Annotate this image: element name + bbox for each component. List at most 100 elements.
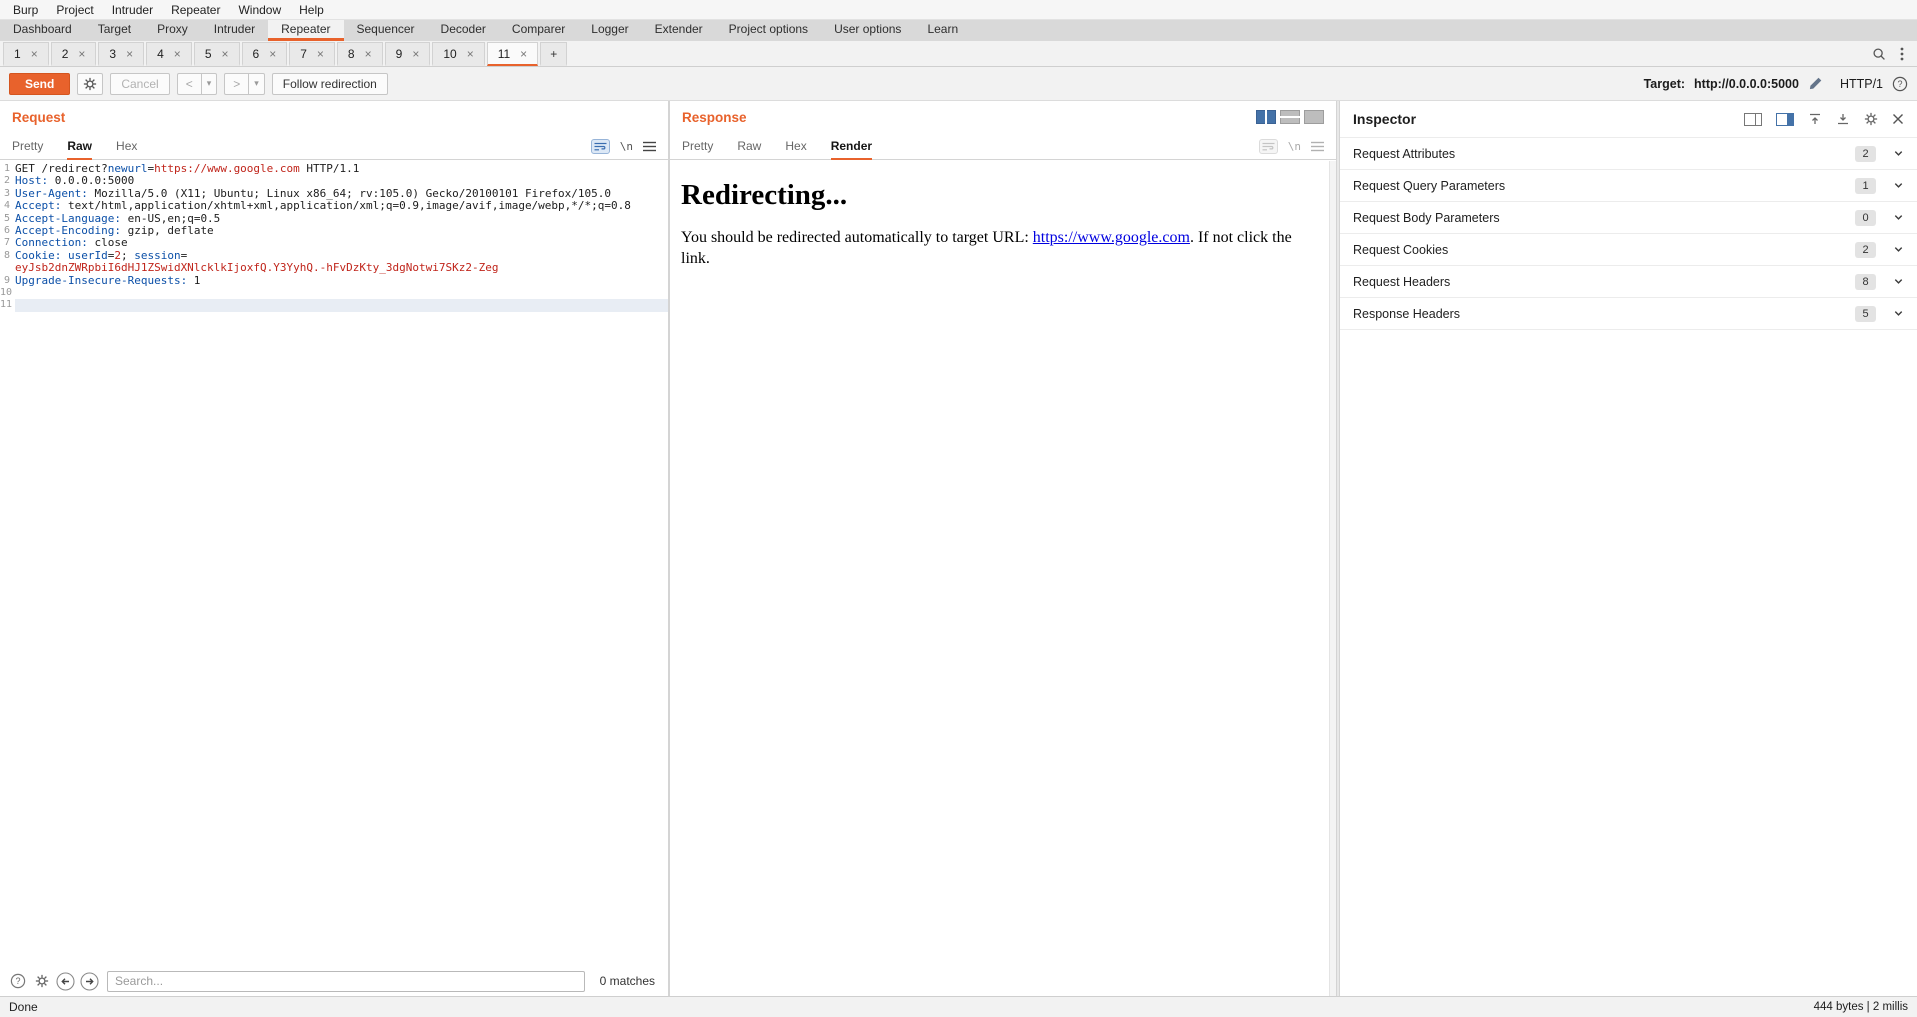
- repeater-tab-3[interactable]: 3×: [98, 42, 144, 66]
- close-tab-icon[interactable]: ×: [467, 47, 474, 61]
- request-line-10: 9Upgrade-Insecure-Requests: 1: [0, 275, 668, 287]
- main-tab-sequencer[interactable]: Sequencer: [344, 20, 428, 41]
- close-tab-icon[interactable]: ×: [269, 47, 276, 61]
- repeater-tab-4[interactable]: 4×: [146, 42, 192, 66]
- inspector-section-request-cookies[interactable]: Request Cookies2: [1340, 234, 1917, 266]
- main-tab-dashboard[interactable]: Dashboard: [0, 20, 85, 41]
- search-settings-gear-icon[interactable]: [32, 972, 51, 991]
- follow-redirection-button[interactable]: Follow redirection: [272, 73, 388, 95]
- request-editor[interactable]: 1GET /redirect?newurl=https://www.google…: [0, 160, 668, 966]
- close-tab-icon[interactable]: ×: [317, 47, 324, 61]
- search-previous-icon[interactable]: [56, 972, 75, 991]
- expand-all-icon[interactable]: [1836, 112, 1850, 126]
- response-tab-render[interactable]: Render: [831, 133, 872, 160]
- response-panel-header: Response: [670, 101, 1336, 133]
- main-tab-decoder[interactable]: Decoder: [428, 20, 499, 41]
- code-segment: Accept:: [15, 200, 61, 212]
- repeater-tab-10[interactable]: 10×: [432, 42, 484, 66]
- request-tab-hex[interactable]: Hex: [116, 133, 137, 160]
- request-line-6: 6Accept-Encoding: gzip, deflate: [0, 225, 668, 237]
- editor-menu-icon[interactable]: [1311, 141, 1324, 152]
- menu-item-repeater[interactable]: Repeater: [162, 1, 229, 19]
- close-tab-icon[interactable]: ×: [31, 47, 38, 61]
- search-icon[interactable]: [1872, 47, 1886, 61]
- dock-right-icon[interactable]: [1776, 113, 1794, 126]
- main-tab-proxy[interactable]: Proxy: [144, 20, 201, 41]
- close-tab-icon[interactable]: ×: [412, 47, 419, 61]
- new-tab-button[interactable]: +: [540, 42, 567, 66]
- menu-item-help[interactable]: Help: [290, 1, 333, 19]
- layout-rows-icon[interactable]: [1280, 110, 1300, 124]
- inspector-section-request-query-parameters[interactable]: Request Query Parameters1: [1340, 170, 1917, 202]
- response-tab-pretty[interactable]: Pretty: [682, 133, 713, 160]
- search-next-icon[interactable]: [80, 972, 99, 991]
- menu-bar: BurpProjectIntruderRepeaterWindowHelp: [0, 0, 1917, 20]
- menu-item-project[interactable]: Project: [47, 1, 102, 19]
- help-icon[interactable]: ?: [1892, 76, 1908, 92]
- request-tab-pretty[interactable]: Pretty: [12, 133, 43, 160]
- main-tab-project-options[interactable]: Project options: [716, 20, 821, 41]
- repeater-tab-2[interactable]: 2×: [51, 42, 97, 66]
- inspector-section-label: Response Headers: [1353, 307, 1855, 321]
- redirect-target-link[interactable]: https://www.google.com: [1033, 229, 1190, 246]
- word-wrap-icon[interactable]: [591, 139, 610, 154]
- next-request-button[interactable]: >: [224, 73, 249, 95]
- repeater-tab-7[interactable]: 7×: [289, 42, 335, 66]
- main-tab-logger[interactable]: Logger: [578, 20, 641, 41]
- show-nonprintable-icon[interactable]: \n: [1288, 140, 1301, 153]
- menu-item-burp[interactable]: Burp: [4, 1, 47, 19]
- repeater-tab-1[interactable]: 1×: [3, 42, 49, 66]
- close-tab-icon[interactable]: ×: [78, 47, 85, 61]
- code-segment: Accept-Encoding:: [15, 225, 121, 237]
- response-tab-hex[interactable]: Hex: [785, 133, 806, 160]
- close-tab-icon[interactable]: ×: [126, 47, 133, 61]
- main-tab-repeater[interactable]: Repeater: [268, 20, 343, 41]
- send-settings-gear-icon[interactable]: [77, 73, 103, 95]
- response-scrollbar[interactable]: [1329, 161, 1336, 996]
- close-tab-icon[interactable]: ×: [520, 47, 527, 61]
- close-tab-icon[interactable]: ×: [174, 47, 181, 61]
- inspector-section-request-headers[interactable]: Request Headers8: [1340, 266, 1917, 298]
- repeater-tab-9[interactable]: 9×: [385, 42, 431, 66]
- response-tab-raw[interactable]: Raw: [737, 133, 761, 160]
- main-tab-target[interactable]: Target: [85, 20, 144, 41]
- main-tab-intruder[interactable]: Intruder: [201, 20, 268, 41]
- inspector-section-response-headers[interactable]: Response Headers5: [1340, 298, 1917, 330]
- inspector-section-count: 1: [1855, 178, 1876, 194]
- main-tab-comparer[interactable]: Comparer: [499, 20, 578, 41]
- close-inspector-icon[interactable]: [1892, 113, 1904, 125]
- repeater-tab-5[interactable]: 5×: [194, 42, 240, 66]
- close-tab-icon[interactable]: ×: [222, 47, 229, 61]
- previous-request-dropdown-icon[interactable]: ▾: [202, 73, 218, 95]
- main-tab-learn[interactable]: Learn: [914, 20, 971, 41]
- line-number: 10: [0, 287, 15, 299]
- dock-left-icon[interactable]: [1744, 113, 1762, 126]
- close-tab-icon[interactable]: ×: [365, 47, 372, 61]
- search-input[interactable]: [107, 971, 585, 992]
- collapse-all-icon[interactable]: [1808, 112, 1822, 126]
- inspector-section-request-attributes[interactable]: Request Attributes2: [1340, 138, 1917, 170]
- edit-target-pencil-icon[interactable]: [1808, 76, 1823, 91]
- previous-request-button[interactable]: <: [177, 73, 202, 95]
- main-tab-user-options[interactable]: User options: [821, 20, 914, 41]
- inspector-settings-gear-icon[interactable]: [1864, 112, 1878, 126]
- inspector-section-request-body-parameters[interactable]: Request Body Parameters0: [1340, 202, 1917, 234]
- menu-item-intruder[interactable]: Intruder: [103, 1, 162, 19]
- more-options-icon[interactable]: [1900, 47, 1904, 61]
- search-help-icon[interactable]: ?: [8, 972, 27, 991]
- layout-single-icon[interactable]: [1304, 110, 1324, 124]
- cancel-button[interactable]: Cancel: [110, 73, 169, 95]
- editor-menu-icon[interactable]: [643, 141, 656, 152]
- layout-columns-icon[interactable]: [1256, 110, 1276, 124]
- target-area: Target: http://0.0.0.0:5000 HTTP/1 ?: [1644, 76, 1908, 92]
- request-tab-raw[interactable]: Raw: [67, 133, 92, 160]
- show-nonprintable-icon[interactable]: \n: [620, 140, 633, 153]
- repeater-tab-6[interactable]: 6×: [242, 42, 288, 66]
- repeater-tab-11[interactable]: 11×: [487, 42, 538, 66]
- word-wrap-icon[interactable]: [1259, 139, 1278, 154]
- menu-item-window[interactable]: Window: [229, 1, 290, 19]
- repeater-tab-8[interactable]: 8×: [337, 42, 383, 66]
- send-button[interactable]: Send: [9, 73, 70, 95]
- main-tab-extender[interactable]: Extender: [642, 20, 716, 41]
- next-request-dropdown-icon[interactable]: ▾: [249, 73, 265, 95]
